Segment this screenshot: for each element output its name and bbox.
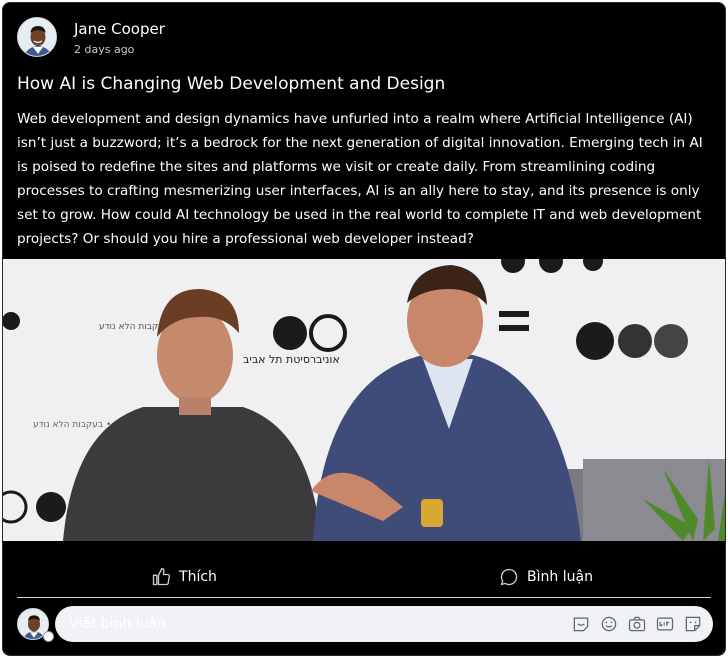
post-photo: בעקבות הלא נודע ••• אוניברסיטת תל אביב ב…	[3, 259, 725, 541]
like-button[interactable]: Thích	[3, 561, 365, 593]
camera-icon[interactable]	[627, 614, 647, 634]
post-card: Jane Cooper 2 days ago How AI is Changin…	[2, 2, 726, 656]
author-block: Jane Cooper 2 days ago	[74, 19, 165, 56]
sticker-face-icon[interactable]	[683, 614, 703, 634]
comment-label: Bình luận	[527, 569, 593, 585]
post-title: How AI is Changing Web Development and D…	[17, 74, 446, 94]
post-header: Jane Cooper 2 days ago	[17, 17, 165, 57]
author-name[interactable]: Jane Cooper	[74, 19, 165, 39]
backdrop-university: אוניברסיטת תל אביב	[243, 353, 340, 366]
comment-input[interactable]	[67, 615, 563, 633]
emoji-icon[interactable]	[599, 614, 619, 634]
online-status-dot	[43, 631, 54, 642]
post-image[interactable]: בעקבות הלא נודע ••• אוניברסיטת תל אביב ב…	[3, 259, 725, 541]
author-avatar[interactable]	[17, 17, 57, 57]
comment-icon	[500, 568, 518, 586]
actions-divider	[17, 597, 711, 598]
gif-icon[interactable]	[655, 614, 675, 634]
comment-box	[55, 606, 713, 642]
post-timestamp[interactable]: 2 days ago	[74, 43, 165, 56]
comment-composer	[17, 605, 713, 643]
comment-button[interactable]: Bình luận	[365, 561, 725, 593]
post-body: Web development and design dynamics have…	[17, 111, 703, 247]
like-label: Thích	[179, 569, 217, 585]
avatar-icon	[18, 18, 56, 56]
post-actions: Thích Bình luận	[3, 561, 725, 593]
thumbs-up-icon	[152, 568, 171, 586]
sticker-icon[interactable]	[571, 614, 591, 634]
